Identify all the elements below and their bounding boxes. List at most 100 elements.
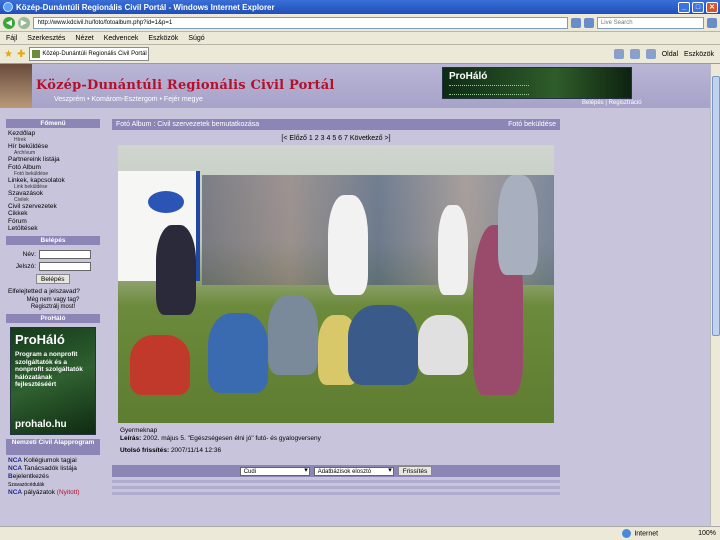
maximize-button[interactable]: □ [692,1,704,13]
banner-photo [0,64,32,108]
globe-icon [622,529,632,538]
prohalo-heading: ProHáló [6,314,100,324]
photo-description: 2002. május 5. "Egészségesen élni jó" fu… [143,435,321,442]
submit-photo-link[interactable]: Fotó beküldése [508,121,556,128]
album-selector-bar: Cudi Adatbázisok elosztó Frissítés [112,465,560,477]
menu-edit[interactable]: Szerkesztés [27,35,65,42]
photo-figure [418,315,468,375]
nca-item[interactable]: NCA Kollégiumok tagjai [8,457,98,465]
album-header: Fotó Album : Civil szervezetek bemutatko… [112,119,560,130]
menu-file[interactable]: Fájl [6,35,17,42]
forward-button[interactable]: ▶ [17,16,30,29]
pager-page[interactable]: 7 [344,135,348,142]
page-menu[interactable]: Oldal [662,51,678,58]
menu-item[interactable]: Cikkek [8,210,100,217]
zoom-level[interactable]: 100% [698,530,716,537]
album-title: Fotó Album : Civil szervezetek bemutatko… [116,121,260,128]
photo-figure [498,175,538,275]
url-input[interactable]: http://www.kdcivil.hu/foto/fotoalbum.php… [32,16,569,29]
nca-item[interactable]: NCA pályázatok (Nyitott) [8,489,98,497]
description-label: Leírás: [120,435,142,442]
photo-figure [438,205,468,295]
tab-tools: Oldal Eszközök [613,49,720,59]
print-icon[interactable] [645,49,656,59]
photo-sign-logo [148,191,184,213]
pager-page[interactable]: 6 [338,135,342,142]
pager-prev[interactable]: [< Előző [281,135,307,142]
menu-help[interactable]: Súgó [188,35,204,42]
forgot-password-link[interactable]: Elfelejtetted a jelszavad? [8,288,98,295]
site-subtitle: Veszprém • Komárom-Esztergom • Fejér meg… [54,96,203,103]
menu-item[interactable]: Szavazások [8,190,100,197]
pager-page[interactable]: 2 [315,135,319,142]
menu-view[interactable]: Nézet [75,35,93,42]
favorites-star-icon[interactable]: ★ [4,49,13,60]
refresh-icon[interactable] [571,17,582,28]
search-input[interactable]: Live Search [596,16,705,29]
prohalo-banner[interactable]: ProHáló [442,67,632,99]
close-button[interactable]: ✕ [706,1,718,13]
pager-page[interactable]: 5 [332,135,336,142]
scrollbar-thumb[interactable] [712,76,720,336]
not-member-text: Még nem vagy tag? [26,297,80,304]
menu-item[interactable]: Hír beküldése [8,143,100,150]
footer-lines [112,480,560,495]
menu-item[interactable]: Linkek, kapcsolatok [8,177,100,184]
prohalo-ad[interactable]: ProHáló Program a nonprofit szolgáltatók… [10,327,96,436]
login-box: Név: Jelszó: Belépés Elfelejtetted a jel… [6,245,100,315]
login-heading: Belépés [6,236,100,246]
photo-figure [268,295,318,375]
home-icon[interactable] [613,49,624,59]
stop-icon[interactable] [584,17,594,28]
tools-menu[interactable]: Eszközök [684,51,714,58]
window-title: Közép-Dunántúli Regionális Civil Portál … [16,2,275,12]
menu-favorites[interactable]: Kedvencek [104,35,139,42]
nca-item[interactable]: NCA Tanácsadók listája [8,465,98,473]
tab-active[interactable]: Közép-Dunántúli Regionális Civil Portál [29,47,150,61]
nca-item[interactable]: Bejelentkezés [8,473,98,481]
minimize-button[interactable]: _ [678,1,690,13]
name-input[interactable] [39,249,91,259]
main-menu-heading: Főmenü [6,119,100,128]
menu-item[interactable]: Fórum [8,218,100,225]
feeds-icon[interactable] [629,49,640,59]
menu-item[interactable]: Civil szervezetek [8,203,100,210]
menu-tools[interactable]: Eszközök [148,35,178,42]
photo-info: Gyermeknap Leírás: 2002. május 5. "Egész… [112,423,560,459]
main-menu: Kezdőlap Hírek Hír beküldése Archívum Pa… [6,128,100,237]
menu-item[interactable]: Fotó Album [8,164,100,171]
menu-item[interactable]: Kezdőlap [8,130,100,137]
updated-date: 2007/11/14 12:36 [170,447,222,454]
login-button[interactable]: Belépés [36,274,70,285]
web-page: Közép-Dunántúli Regionális Civil Portál … [0,64,720,526]
album-select[interactable]: Adatbázisok elosztó [313,466,394,476]
pager-next[interactable]: Következő >] [350,135,391,142]
photo-figure [348,305,418,385]
pager-page[interactable]: 1 [309,135,313,142]
name-label: Név: [22,250,36,258]
album-photo[interactable] [118,145,554,423]
pager-page[interactable]: 3 [321,135,325,142]
header-login-links[interactable]: Belépés | Regisztráció [582,100,642,106]
menu-item[interactable]: Partnereink listája [8,156,100,163]
register-link[interactable]: Regisztrálj most! [8,304,98,311]
category-select[interactable]: Cudi [239,466,310,476]
vertical-scrollbar[interactable] [710,64,720,526]
updated-label: Utolsó frissítés: [120,447,170,454]
password-input[interactable] [39,261,91,271]
prohalo-ad-url: prohalo.hu [15,419,67,431]
site-title[interactable]: Közép-Dunántúli Regionális Civil Portál [36,78,334,93]
refresh-button[interactable]: Frissítés [397,466,433,476]
nca-item[interactable]: Szavazócédulák [8,481,98,489]
window-titlebar[interactable]: Közép-Dunántúli Regionális Civil Portál … [0,0,720,14]
address-bar: ◀ ▶ http://www.kdcivil.hu/foto/fotoalbum… [0,14,720,32]
status-bar: Internet 100% [0,526,720,540]
add-favorite-icon[interactable]: ✚ [17,49,25,60]
menu-item[interactable]: Letöltések [8,225,100,232]
prohalo-banner-title: ProHáló [449,71,488,82]
back-button[interactable]: ◀ [3,16,15,29]
search-icon[interactable] [707,17,717,28]
photo-title: Gyermeknap [120,427,158,434]
nca-list: NCA Kollégiumok tagjai NCA Tanácsadók li… [6,455,100,500]
pager-page[interactable]: 4 [326,135,330,142]
